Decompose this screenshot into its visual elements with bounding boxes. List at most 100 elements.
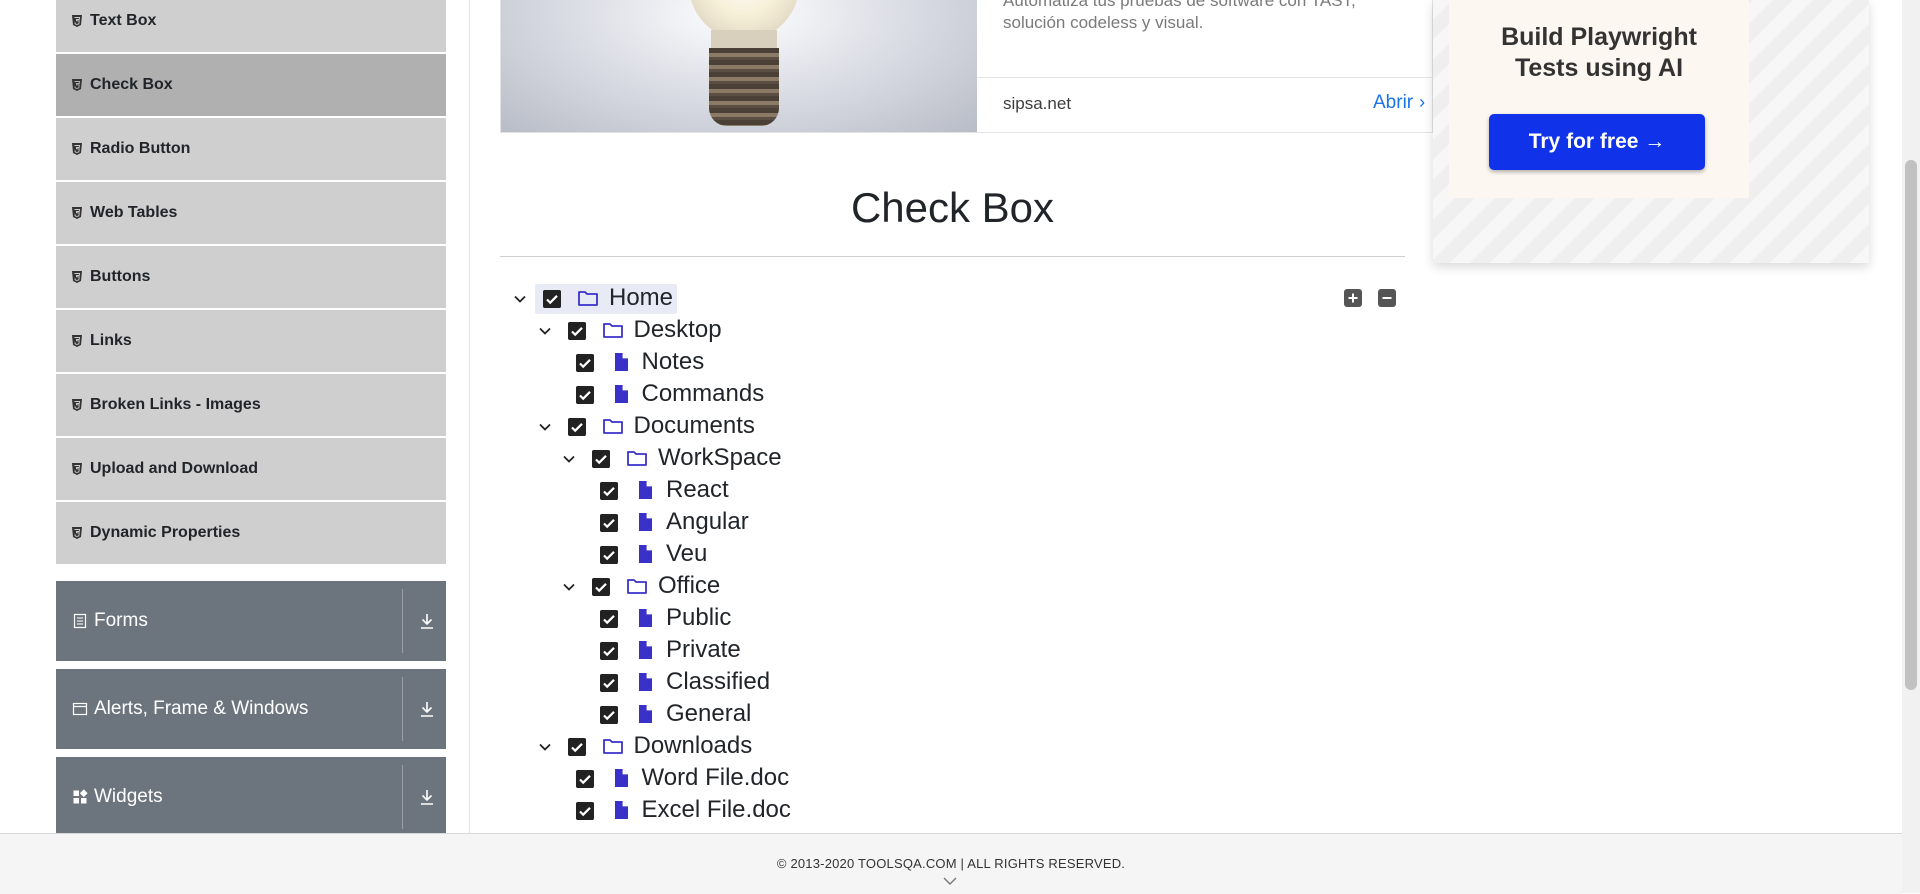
group-header-label: Widgets bbox=[94, 786, 163, 807]
sidebar-item-label: Check Box bbox=[90, 76, 173, 93]
html5-icon bbox=[72, 207, 82, 219]
widgets-icon bbox=[73, 789, 88, 804]
group-header-label: Alerts, Frame & Windows bbox=[94, 698, 309, 719]
ad-description: Automatiza tus pruebas de software con T… bbox=[1003, 0, 1356, 32]
sidebar-item-text-box[interactable]: Text Box bbox=[56, 0, 446, 52]
file-icon bbox=[639, 481, 652, 499]
collapse-all-button[interactable] bbox=[1378, 289, 1396, 307]
tree-toggle-home[interactable] bbox=[510, 289, 530, 309]
window-icon bbox=[72, 702, 88, 716]
tree-node-label-workspace[interactable]: WorkSpace bbox=[658, 444, 782, 472]
checkbox-office[interactable] bbox=[592, 578, 610, 596]
tree-node-label-general[interactable]: General bbox=[666, 700, 751, 728]
file-icon bbox=[639, 513, 652, 531]
sidebar-item-label: Radio Button bbox=[90, 140, 191, 157]
checkbox-home[interactable] bbox=[543, 290, 561, 308]
checkbox-desktop[interactable] bbox=[567, 322, 586, 340]
tree-node-label-angular[interactable]: Angular bbox=[666, 508, 749, 536]
checkbox-workspace[interactable] bbox=[592, 450, 610, 468]
ad-domain: sipsa.net bbox=[1003, 94, 1072, 113]
sidebar-item-label: Text Box bbox=[90, 12, 157, 29]
tree-node-label-classified[interactable]: Classified bbox=[666, 668, 770, 696]
html5-icon bbox=[72, 79, 82, 91]
sidebar-item-broken-links[interactable]: Broken Links - Images bbox=[56, 374, 446, 436]
footer-copyright: © 2013-2020 TOOLSQA.COM | ALL RIGHTS RES… bbox=[776, 856, 1126, 871]
minus-icon bbox=[1382, 297, 1392, 299]
checkbox-private[interactable] bbox=[600, 642, 618, 660]
app-root: Text Box Check Box Radio Button Web Tabl… bbox=[0, 0, 1920, 894]
checkbox-downloads[interactable] bbox=[567, 738, 586, 756]
tree-node-label-public[interactable]: Public bbox=[666, 604, 731, 632]
promo-inner: Build Playwright Tests using AI Try for … bbox=[1449, 0, 1749, 198]
download-arrow-icon bbox=[421, 790, 433, 805]
file-icon bbox=[639, 609, 652, 627]
download-arrow-icon bbox=[421, 702, 433, 717]
html5-icon bbox=[72, 335, 82, 347]
tree-node-label-documents[interactable]: Documents bbox=[634, 412, 755, 440]
plus-icon bbox=[1348, 293, 1358, 303]
tree-node-label-private[interactable]: Private bbox=[666, 636, 741, 664]
group-header-forms[interactable]: Forms bbox=[56, 581, 446, 661]
promo-title-line2: Tests using AI bbox=[1514, 54, 1684, 82]
checkbox-public[interactable] bbox=[600, 610, 618, 628]
tree-toggle-office[interactable] bbox=[559, 577, 579, 597]
page-title: Check Box bbox=[850, 184, 1055, 231]
checkbox-notes[interactable] bbox=[575, 354, 594, 372]
sidebar-item-label: Links bbox=[90, 332, 132, 349]
sidebar-item-web-tables[interactable]: Web Tables bbox=[56, 182, 446, 244]
group-header-alerts[interactable]: Alerts, Frame & Windows bbox=[56, 669, 446, 749]
tree-toggle-desktop[interactable] bbox=[535, 321, 555, 341]
tree-node-label-desktop[interactable]: Desktop bbox=[634, 316, 722, 344]
sidebar-item-check-box[interactable]: Check Box bbox=[56, 54, 446, 116]
sidebar-item-radio-button[interactable]: Radio Button bbox=[56, 118, 446, 180]
tree-node-label-commands[interactable]: Commands bbox=[642, 380, 765, 408]
checkbox-veu[interactable] bbox=[600, 546, 618, 564]
file-icon bbox=[614, 353, 628, 371]
sidebar-item-label: Upload and Download bbox=[90, 460, 258, 477]
sidebar-item-buttons[interactable]: Buttons bbox=[56, 246, 446, 308]
group-divider bbox=[402, 677, 403, 741]
sidebar-item-upload-download[interactable]: Upload and Download bbox=[56, 438, 446, 500]
checkbox-commands[interactable] bbox=[575, 386, 594, 404]
tree-node-label-office[interactable]: Office bbox=[658, 572, 720, 600]
checkbox-word-file-doc[interactable] bbox=[575, 770, 594, 788]
tree-node-label-notes[interactable]: Notes bbox=[642, 348, 705, 376]
folder-icon bbox=[602, 323, 623, 338]
tree-node-label-react[interactable]: React bbox=[666, 476, 729, 504]
checkbox-angular[interactable] bbox=[600, 514, 618, 532]
scrollbar-thumb[interactable] bbox=[1905, 160, 1917, 690]
promo-card: Build Playwright Tests using AI Try for … bbox=[1433, 0, 1869, 263]
vertical-scrollbar[interactable] bbox=[1902, 0, 1920, 893]
sidebar-item-links[interactable]: Links bbox=[56, 310, 446, 372]
ad-banner[interactable]: Automatiza tus pruebas de software con T… bbox=[500, 0, 1433, 133]
group-header-label: Forms bbox=[94, 610, 148, 631]
promo-title: Build Playwright Tests using AI bbox=[1449, 22, 1749, 84]
tree-node-label-veu[interactable]: Veu bbox=[666, 540, 707, 568]
file-icon bbox=[614, 801, 628, 819]
checkbox-excel-file-doc[interactable] bbox=[575, 802, 594, 820]
tree-toggle-downloads[interactable] bbox=[535, 737, 555, 757]
sidebar-item-dynamic-properties[interactable]: Dynamic Properties bbox=[56, 502, 446, 564]
tree-node-label-home[interactable]: Home bbox=[609, 284, 673, 312]
tree-node-label-word-file-doc[interactable]: Word File.doc bbox=[642, 764, 790, 792]
tree-toggle-workspace[interactable] bbox=[559, 449, 579, 469]
sidebar-divider bbox=[469, 0, 470, 833]
form-icon bbox=[73, 613, 87, 629]
sidebar-item-label: Broken Links - Images bbox=[90, 396, 261, 413]
checkbox-react[interactable] bbox=[600, 482, 618, 500]
try-for-free-button[interactable]: Try for free → bbox=[1489, 114, 1705, 170]
ad-open-link[interactable]: Abrir › bbox=[1373, 92, 1425, 114]
group-header-widgets[interactable]: Widgets bbox=[56, 757, 446, 837]
html5-icon bbox=[72, 527, 82, 539]
expand-all-button[interactable] bbox=[1344, 289, 1362, 307]
tree-node-label-excel-file-doc[interactable]: Excel File.doc bbox=[642, 796, 791, 824]
sidebar-item-label: Buttons bbox=[90, 268, 151, 285]
checkbox-general[interactable] bbox=[600, 706, 618, 724]
checkbox-classified[interactable] bbox=[600, 674, 618, 692]
tree-toggle-documents[interactable] bbox=[535, 417, 555, 437]
tree-node-label-downloads[interactable]: Downloads bbox=[634, 732, 753, 760]
chevron-down-icon[interactable] bbox=[943, 876, 957, 886]
checkbox-documents[interactable] bbox=[567, 418, 586, 436]
file-icon bbox=[639, 545, 652, 563]
folder-icon bbox=[627, 579, 647, 594]
